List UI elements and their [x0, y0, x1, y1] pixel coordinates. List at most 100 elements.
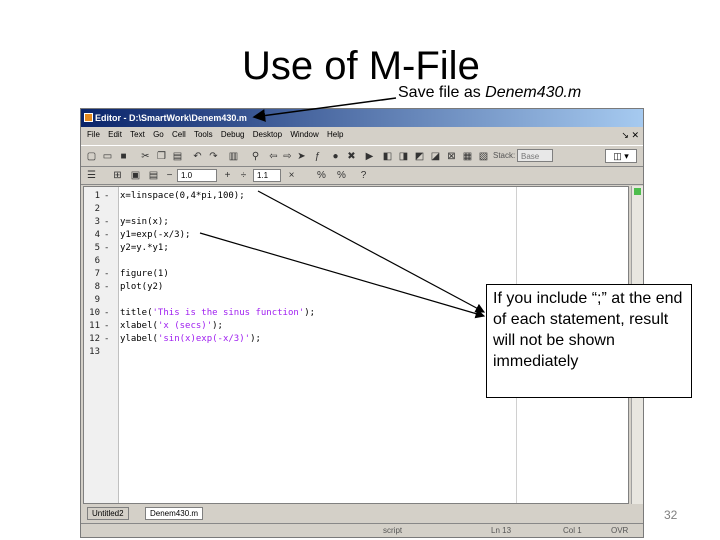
- breakpoint-icon[interactable]: ●: [329, 150, 342, 163]
- new-file-icon[interactable]: ▢: [85, 150, 98, 163]
- line-number: 5: [94, 243, 100, 253]
- save-note-filename: Denem430.m: [485, 84, 582, 101]
- line-number: 11: [89, 321, 100, 331]
- code-string: 'This is the sinus function': [152, 308, 305, 318]
- tab-untitled2[interactable]: Untitled2: [87, 507, 129, 520]
- status-column: Col 1: [563, 526, 582, 535]
- line-marker[interactable]: -: [104, 307, 109, 320]
- line-number: 13: [89, 347, 100, 357]
- step-icon[interactable]: ◧: [381, 150, 394, 163]
- clear-breakpoints-icon[interactable]: ✖: [345, 150, 358, 163]
- semicolon-callout: If you include “;” at the end of each st…: [486, 284, 692, 398]
- continue-icon[interactable]: ◪: [429, 150, 442, 163]
- menu-edit[interactable]: Edit: [108, 127, 122, 143]
- help-icon[interactable]: ?: [357, 169, 370, 182]
- document-tab-bar: Untitled2 Denem430.m: [81, 507, 643, 521]
- open-file-icon[interactable]: ▭: [101, 150, 114, 163]
- status-bar: script Ln 13 Col 1 OVR: [81, 523, 643, 537]
- code-text: x=linspace(0,4*pi,100);: [120, 190, 245, 203]
- code-text: plot(y2): [120, 281, 163, 294]
- menu-cell[interactable]: Cell: [172, 127, 186, 143]
- code-analyzer-indicator-icon: [634, 188, 641, 195]
- forward-icon[interactable]: ⇨: [281, 150, 294, 163]
- page-number: 32: [664, 508, 678, 522]
- plus-icon[interactable]: +: [221, 169, 234, 182]
- slide-title: Use of M-File: [242, 44, 480, 88]
- menu-debug[interactable]: Debug: [221, 127, 245, 143]
- line-marker[interactable]: -: [104, 333, 109, 346]
- line-marker[interactable]: -: [104, 320, 109, 333]
- line-number: 7: [94, 269, 100, 279]
- print-icon[interactable]: ▥: [227, 150, 240, 163]
- menu-text[interactable]: Text: [130, 127, 145, 143]
- code-line[interactable]: 7- figure(1): [84, 268, 628, 281]
- code-line[interactable]: 2: [84, 203, 628, 216]
- stop-debug-icon[interactable]: ⊠: [445, 150, 458, 163]
- cut-icon[interactable]: ✂: [139, 150, 152, 163]
- code-segment: xlabel(: [120, 321, 158, 331]
- cell-value-input-2[interactable]: 1.1: [253, 169, 281, 182]
- step-in-icon[interactable]: ◨: [397, 150, 410, 163]
- copy-icon[interactable]: ❐: [155, 150, 168, 163]
- menu-tools[interactable]: Tools: [194, 127, 213, 143]
- exit-debug-icon[interactable]: ▧: [477, 150, 490, 163]
- find-icon[interactable]: ⚲: [249, 150, 262, 163]
- insert-cell-icon[interactable]: ⊞: [111, 169, 124, 182]
- evaluate-cell-icon[interactable]: ▣: [129, 169, 142, 182]
- line-marker[interactable]: -: [104, 281, 109, 294]
- status-mode: script: [383, 526, 403, 535]
- menu-help[interactable]: Help: [327, 127, 343, 143]
- menu-go[interactable]: Go: [153, 127, 164, 143]
- back-icon[interactable]: ⇦: [267, 150, 280, 163]
- code-line[interactable]: 5- y2=y.*y1;: [84, 242, 628, 255]
- minus-icon[interactable]: −: [163, 169, 176, 182]
- menu-file[interactable]: File: [87, 127, 100, 143]
- code-text: y1=exp(-x/3);: [120, 229, 190, 242]
- code-line[interactable]: 3- y=sin(x);: [84, 216, 628, 229]
- window-controls-icon[interactable]: ↘ ✕: [621, 127, 639, 143]
- line-marker[interactable]: -: [104, 229, 109, 242]
- code-segment-end: );: [250, 334, 261, 344]
- stack-label: Stack:: [493, 151, 516, 160]
- menu-desktop[interactable]: Desktop: [253, 127, 282, 143]
- redo-icon[interactable]: ↷: [207, 150, 220, 163]
- line-marker[interactable]: -: [104, 190, 109, 203]
- stack-icon[interactable]: ▦: [461, 150, 474, 163]
- menu-bar: File Edit Text Go Cell Tools Debug Deskt…: [81, 127, 643, 143]
- code-line[interactable]: 6: [84, 255, 628, 268]
- code-string: 'x (secs)': [157, 321, 213, 331]
- stack-select[interactable]: Base: [517, 149, 553, 162]
- layout-toggle-icon[interactable]: ◫ ▾: [605, 149, 637, 163]
- line-marker[interactable]: -: [104, 268, 109, 281]
- status-line: Ln 13: [491, 526, 512, 535]
- line-marker[interactable]: -: [104, 216, 109, 229]
- undo-icon[interactable]: ↶: [191, 150, 204, 163]
- editor-titlebar[interactable]: Editor - D:\SmartWork\Denem430.m: [81, 109, 643, 127]
- line-marker[interactable]: -: [104, 242, 109, 255]
- indent-icon[interactable]: ☰: [85, 169, 98, 182]
- code-segment: y1=exp(-x/3);: [120, 230, 191, 240]
- run-icon[interactable]: ▶: [363, 150, 376, 163]
- code-segment-end: );: [304, 308, 316, 318]
- cell-value-input-1[interactable]: 1.0: [177, 169, 217, 182]
- code-line[interactable]: 4- y1=exp(-x/3);: [84, 229, 628, 242]
- code-segment: ylabel(: [120, 334, 158, 344]
- divide-icon[interactable]: ÷: [237, 169, 250, 182]
- line-number: 6: [94, 256, 100, 266]
- save-icon[interactable]: ■: [117, 150, 130, 163]
- multiply-icon[interactable]: ×: [285, 169, 298, 182]
- evaluate-advance-icon[interactable]: ▤: [147, 169, 160, 182]
- go-to-icon[interactable]: ➤: [295, 150, 308, 163]
- cell-mode-icon-1[interactable]: %: [315, 169, 328, 182]
- cell-mode-icon-2[interactable]: %: [335, 169, 348, 182]
- code-segment-end: );: [212, 321, 223, 331]
- line-number: 2: [94, 204, 100, 214]
- code-line[interactable]: 1- x=linspace(0,4*pi,100);: [84, 190, 628, 203]
- menu-window[interactable]: Window: [290, 127, 318, 143]
- tab-denem430[interactable]: Denem430.m: [145, 507, 204, 520]
- save-file-note: Save file as Denem430.m: [398, 84, 581, 102]
- function-icon[interactable]: ƒ: [311, 150, 324, 163]
- paste-icon[interactable]: ▤: [171, 150, 184, 163]
- step-out-icon[interactable]: ◩: [413, 150, 426, 163]
- line-number: 1: [94, 191, 100, 201]
